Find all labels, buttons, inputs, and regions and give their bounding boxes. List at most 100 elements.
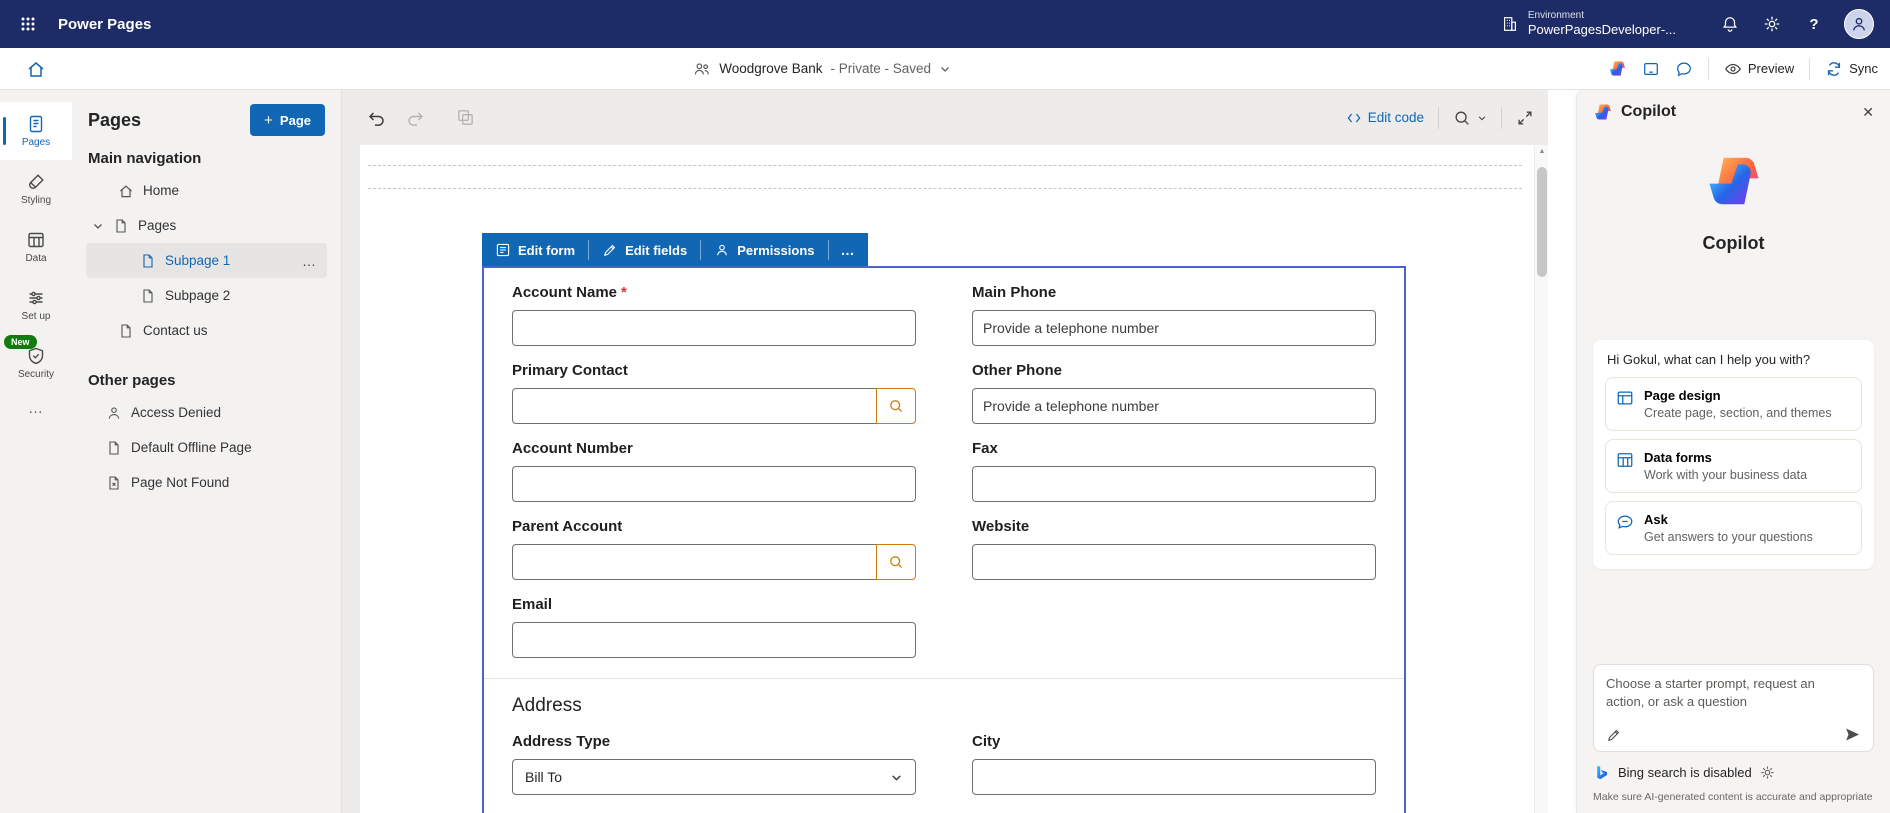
other-page-access-denied[interactable]: Access Denied	[86, 395, 327, 430]
settings-gear-icon[interactable]	[1760, 765, 1775, 780]
section-guide	[368, 165, 1522, 189]
main-phone-input[interactable]	[972, 310, 1376, 346]
help-button[interactable]: ?	[1798, 8, 1830, 40]
settings-button[interactable]	[1756, 8, 1788, 40]
other-page-default-offline[interactable]: Default Offline Page	[86, 430, 327, 465]
code-icon	[1346, 110, 1362, 126]
comment-icon	[1675, 60, 1693, 78]
prompt-card-page-design[interactable]: Page design Create page, section, and th…	[1605, 377, 1862, 431]
site-menu[interactable]: Woodgrove Bank - Private - Saved	[693, 60, 951, 78]
security-shield-icon	[26, 346, 46, 366]
address-type-select[interactable]: Bill To	[512, 759, 916, 795]
site-name: Woodgrove Bank	[719, 61, 822, 76]
site-status: - Private - Saved	[831, 61, 932, 76]
close-copilot-button[interactable]: ✕	[1862, 104, 1874, 121]
form-toolbar-more-button[interactable]: …	[829, 233, 868, 267]
prompt-card-title: Page design	[1644, 388, 1832, 403]
settings-gear-icon	[1763, 15, 1781, 33]
comments-button[interactable]	[1675, 60, 1693, 78]
account-number-input[interactable]	[512, 466, 916, 502]
primary-contact-input[interactable]	[512, 388, 877, 424]
nav-item-pages[interactable]: Pages	[86, 208, 327, 243]
redo-button[interactable]	[406, 108, 426, 128]
notifications-button[interactable]	[1714, 8, 1746, 40]
account-name-input[interactable]	[512, 310, 916, 346]
edit-form-button[interactable]: Edit form	[482, 233, 588, 267]
prompt-card-data-forms[interactable]: Data forms Work with your business data	[1605, 439, 1862, 493]
chat-input-placeholder: Choose a starter prompt, request an acti…	[1606, 675, 1856, 720]
other-phone-input[interactable]	[972, 388, 1376, 424]
app-launcher-waffle-icon[interactable]	[12, 8, 44, 40]
plus-icon: +	[264, 113, 273, 128]
parent-account-lookup-button[interactable]	[876, 544, 916, 580]
pages-icon	[26, 114, 46, 134]
rail-item-data[interactable]: Data	[0, 218, 72, 276]
sync-button[interactable]: Sync	[1825, 60, 1878, 78]
parent-account-input[interactable]	[512, 544, 877, 580]
field-main-phone: Main Phone	[972, 284, 1376, 346]
sync-label: Sync	[1849, 61, 1878, 76]
fax-input[interactable]	[972, 466, 1376, 502]
add-page-button[interactable]: + Page	[250, 104, 325, 136]
scrollbar-thumb[interactable]	[1537, 167, 1547, 277]
environment-label: Environment	[1528, 10, 1676, 22]
page-canvas[interactable]: Edit form Edit fields Permissions …	[360, 145, 1548, 813]
primary-contact-lookup-button[interactable]	[876, 388, 916, 424]
copilot-header: Copilot ✕	[1593, 102, 1874, 122]
copilot-panel: Copilot ✕ Copilot Hi Gokul, what can I h…	[1576, 90, 1890, 813]
page-error-icon	[106, 475, 122, 491]
email-input[interactable]	[512, 622, 916, 658]
website-input[interactable]	[972, 544, 1376, 580]
undo-button[interactable]	[366, 108, 386, 128]
rail-item-security[interactable]: New Security	[0, 334, 72, 392]
rail-item-setup[interactable]: Set up	[0, 276, 72, 334]
fullscreen-button[interactable]	[1516, 109, 1534, 127]
canvas-toolbar: Edit code	[342, 90, 1548, 145]
field-label: Other Phone	[972, 362, 1062, 379]
nav-item-contact-us[interactable]: Contact us	[86, 313, 327, 348]
field-account-number: Account Number	[512, 440, 916, 502]
power-pages-studio: Power Pages Environment PowerPagesDevelo…	[0, 0, 1890, 813]
environment-icon	[1501, 15, 1519, 33]
rail-item-label: Data	[25, 253, 46, 264]
canvas-scrollbar[interactable]: ▲	[1534, 145, 1548, 813]
nav-item-subpage-2[interactable]: Subpage 2	[86, 278, 327, 313]
permissions-button[interactable]: Permissions	[701, 233, 827, 267]
copilot-chat-input[interactable]: Choose a starter prompt, request an acti…	[1593, 664, 1874, 752]
rail-item-label: Pages	[22, 137, 50, 148]
account-avatar[interactable]	[1844, 9, 1874, 39]
rail-item-label: Styling	[21, 195, 51, 206]
device-preview-button[interactable]	[1642, 60, 1660, 78]
required-mark: *	[621, 284, 627, 301]
ai-disclaimer: Make sure AI-generated content is accura…	[1593, 791, 1874, 803]
field-parent-account: Parent Account	[512, 518, 916, 580]
search-icon	[888, 398, 904, 414]
rail-item-styling[interactable]: Styling	[0, 160, 72, 218]
prompt-pen-icon	[1606, 727, 1622, 743]
environment-picker[interactable]: Environment PowerPagesDeveloper-...	[1501, 10, 1676, 38]
page-more-icon[interactable]: …	[302, 253, 317, 269]
home-button[interactable]	[0, 48, 72, 89]
preview-button[interactable]: Preview	[1724, 60, 1794, 78]
rail-item-pages[interactable]: Pages	[0, 102, 72, 160]
copilot-toggle-button[interactable]	[1608, 59, 1627, 78]
prompt-card-ask[interactable]: Ask Get answers to your questions	[1605, 501, 1862, 555]
scroll-up-icon[interactable]: ▲	[1535, 148, 1548, 155]
zoom-button[interactable]	[1453, 109, 1487, 127]
address-section-heading: Address	[512, 695, 1376, 717]
duplicate-button[interactable]	[456, 108, 475, 127]
field-address-type: Address Type Bill To	[512, 733, 916, 795]
nav-item-subpage-1[interactable]: Subpage 1 …	[86, 243, 327, 278]
undo-icon	[366, 108, 386, 128]
field-label: Fax	[972, 440, 998, 457]
city-input[interactable]	[972, 759, 1376, 795]
prompt-library-button[interactable]	[1606, 727, 1622, 743]
data-forms-icon	[1616, 451, 1634, 469]
rail-more-button[interactable]: …	[0, 400, 72, 417]
edit-fields-button[interactable]: Edit fields	[589, 233, 700, 267]
nav-item-home[interactable]: Home	[86, 173, 327, 208]
send-button[interactable]	[1844, 726, 1861, 743]
basic-form[interactable]: Account Name * Primary Contact	[482, 266, 1406, 813]
other-page-not-found[interactable]: Page Not Found	[86, 465, 327, 500]
edit-code-button[interactable]: Edit code	[1346, 110, 1424, 126]
